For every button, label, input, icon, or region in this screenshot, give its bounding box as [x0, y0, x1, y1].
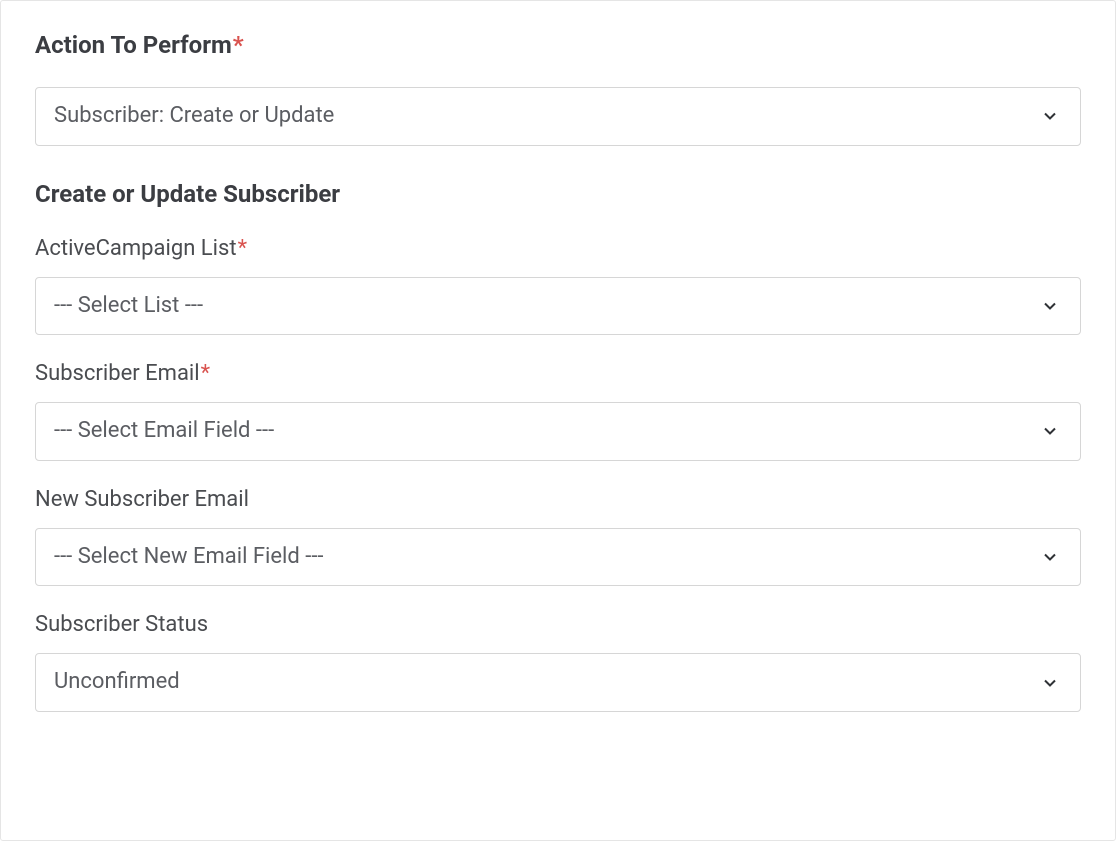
new-email-select[interactable]: --- Select New Email Field --- [35, 528, 1081, 587]
action-select[interactable]: Subscriber: Create or Update [35, 87, 1081, 146]
create-update-subscriber-heading: Create or Update Subscriber [35, 180, 1081, 208]
action-select-value: Subscriber: Create or Update [35, 87, 1081, 146]
email-select[interactable]: --- Select Email Field --- [35, 402, 1081, 461]
new-email-select-value: --- Select New Email Field --- [35, 528, 1081, 587]
required-star: * [238, 236, 247, 261]
settings-panel: Action To Perform* Subscriber: Create or… [0, 0, 1116, 841]
label-text: Subscriber Email [35, 361, 200, 386]
label-text: ActiveCampaign List [35, 236, 237, 261]
field-activecampaign-list: ActiveCampaign List* --- Select List --- [35, 236, 1081, 336]
activecampaign-list-label: ActiveCampaign List* [35, 236, 1081, 261]
required-star: * [233, 31, 244, 59]
field-action-to-perform: Action To Perform* Subscriber: Create or… [35, 31, 1081, 146]
subscriber-status-label: Subscriber Status [35, 612, 1081, 637]
subscriber-email-label: Subscriber Email* [35, 361, 1081, 386]
field-subscriber-status: Subscriber Status Unconfirmed [35, 612, 1081, 712]
status-select-value: Unconfirmed [35, 653, 1081, 712]
list-select[interactable]: --- Select List --- [35, 277, 1081, 336]
new-subscriber-email-label: New Subscriber Email [35, 487, 1081, 512]
required-star: * [201, 361, 210, 386]
field-subscriber-email: Subscriber Email* --- Select Email Field… [35, 361, 1081, 461]
list-select-value: --- Select List --- [35, 277, 1081, 336]
action-to-perform-label: Action To Perform* [35, 31, 1081, 59]
label-text: Action To Perform [35, 31, 232, 59]
email-select-value: --- Select Email Field --- [35, 402, 1081, 461]
status-select[interactable]: Unconfirmed [35, 653, 1081, 712]
field-new-subscriber-email: New Subscriber Email --- Select New Emai… [35, 487, 1081, 587]
